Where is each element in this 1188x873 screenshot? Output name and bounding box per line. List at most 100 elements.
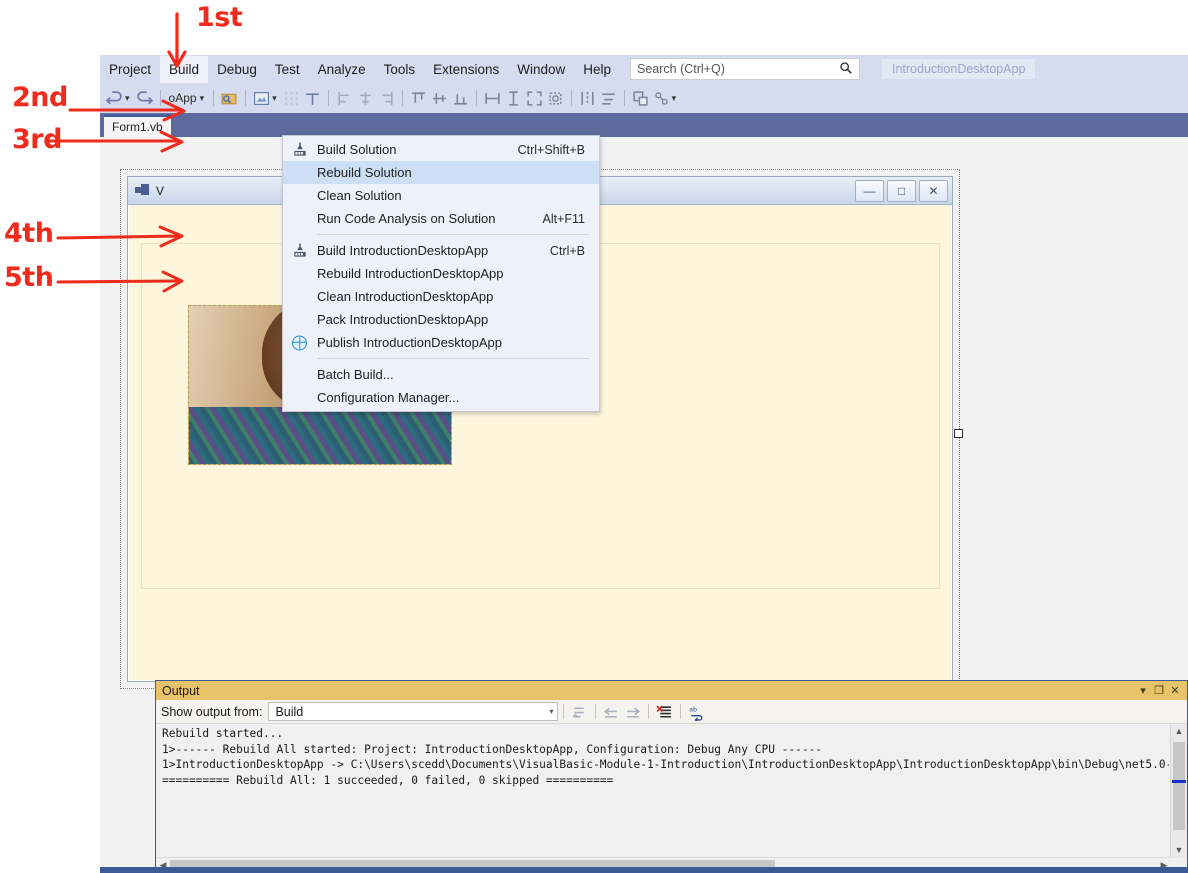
menu-item-gutter: [283, 363, 317, 386]
menu-tools[interactable]: Tools: [375, 56, 425, 83]
menu-item-rebuild-solution[interactable]: Rebuild Solution: [283, 161, 599, 184]
menu-item-rebuild-project[interactable]: Rebuild IntroductionDesktopApp: [283, 262, 599, 285]
minimize-button[interactable]: —: [855, 179, 884, 202]
menu-item-run-code-analysis-on-solution[interactable]: Run Code Analysis on Solution Alt+F11: [283, 207, 599, 230]
output-title-text: Output: [162, 683, 200, 698]
build-icon: [283, 239, 317, 262]
toolbar-overflow-icon[interactable]: ▾: [672, 93, 677, 104]
size-to-grid-icon[interactable]: [526, 90, 543, 107]
properties-dropdown-icon[interactable]: ▾: [272, 93, 277, 104]
svg-text:ab: ab: [690, 705, 698, 713]
output-source-select[interactable]: Build ▾: [268, 702, 559, 721]
output-maximize-icon[interactable]: ❐: [1151, 684, 1167, 697]
config-dropdown-icon[interactable]: ▾: [200, 93, 205, 104]
bring-to-front-icon[interactable]: [632, 90, 649, 107]
output-title-bar[interactable]: Output ▾ ❐ ✕: [156, 681, 1187, 700]
tab-order-icon[interactable]: [653, 90, 670, 107]
menu-item-pack-project[interactable]: Pack IntroductionDesktopApp: [283, 308, 599, 331]
toggle-word-wrap-icon[interactable]: ab: [688, 704, 705, 723]
menu-analyze[interactable]: Analyze: [309, 56, 375, 83]
menu-item-gutter: [283, 308, 317, 331]
menu-item-batch-build[interactable]: Batch Build...: [283, 363, 599, 386]
align-tops-icon[interactable]: [410, 90, 427, 107]
clear-all-icon[interactable]: [656, 704, 673, 720]
search-input[interactable]: Search (Ctrl+Q): [630, 58, 860, 80]
menu-item-clean-solution[interactable]: Clean Solution: [283, 184, 599, 207]
menu-item-build-project[interactable]: Build IntroductionDesktopApp Ctrl+B: [283, 239, 599, 262]
toolbar-separator: [595, 704, 597, 719]
annotation-4th: 4th: [4, 218, 54, 249]
menu-item-label: Build Solution: [317, 142, 397, 157]
visual-studio-window: Project Build Debug Test Analyze Tools E…: [100, 55, 1188, 873]
menu-item-clean-project[interactable]: Clean IntroductionDesktopApp: [283, 285, 599, 308]
zoom-region-icon[interactable]: [547, 90, 564, 107]
close-icon: ✕: [928, 183, 939, 198]
vscroll-position-marker: [1172, 780, 1186, 783]
vertical-spacing-icon[interactable]: [600, 90, 617, 107]
search-placeholder: Search (Ctrl+Q): [637, 62, 725, 76]
resize-handle-right[interactable]: [954, 429, 963, 438]
menu-separator: [317, 234, 589, 235]
menu-bar: Project Build Debug Test Analyze Tools E…: [100, 55, 1188, 83]
menu-project[interactable]: Project: [100, 56, 160, 83]
annotation-1st: 1st: [196, 2, 243, 33]
undo-icon[interactable]: [105, 90, 123, 107]
build-icon: [283, 138, 317, 161]
output-line-3: ========== Rebuild All: 1 succeeded, 0 f…: [162, 773, 614, 787]
solution-explorer-icon[interactable]: [221, 90, 238, 107]
menu-item-label: Run Code Analysis on Solution: [317, 211, 496, 226]
tab-form1-vb[interactable]: Form1.vb: [104, 115, 171, 137]
go-to-next-message-icon[interactable]: [624, 704, 641, 720]
menu-item-gutter: [283, 285, 317, 308]
menu-item-build-solution[interactable]: Build Solution Ctrl+Shift+B: [283, 138, 599, 161]
align-lefts-icon[interactable]: [336, 90, 353, 107]
annotation-3rd: 3rd: [12, 124, 62, 155]
toolbar-separator: [475, 90, 477, 106]
align-to-grid-icon[interactable]: [304, 90, 321, 107]
make-same-height-icon[interactable]: [505, 90, 522, 107]
menu-item-label: Clean IntroductionDesktopApp: [317, 289, 494, 304]
toolbar-separator: [159, 90, 161, 106]
form-window-buttons: — □ ✕: [855, 179, 948, 202]
close-button[interactable]: ✕: [919, 179, 948, 202]
align-bottoms-icon[interactable]: [452, 90, 469, 107]
make-same-width-icon[interactable]: [484, 90, 501, 107]
go-to-previous-message-icon[interactable]: [603, 704, 620, 720]
maximize-button[interactable]: □: [887, 179, 916, 202]
toolbar-separator: [563, 704, 565, 719]
menu-item-gutter: [283, 386, 317, 409]
menu-window[interactable]: Window: [508, 56, 574, 83]
menu-help[interactable]: Help: [574, 56, 620, 83]
scroll-up-icon[interactable]: ▲: [1171, 724, 1187, 739]
toolbox-grid-icon: [283, 90, 300, 107]
photo-shirt: [189, 407, 451, 464]
config-combo-text[interactable]: oApp: [169, 91, 197, 105]
redo-icon[interactable]: [136, 90, 153, 107]
scroll-down-icon[interactable]: ▼: [1171, 843, 1187, 858]
toolbar-separator: [401, 90, 403, 106]
align-centers-icon[interactable]: [357, 90, 374, 107]
vscroll-thumb[interactable]: [1173, 742, 1185, 830]
menu-extensions[interactable]: Extensions: [424, 56, 508, 83]
menu-item-gutter: [283, 207, 317, 230]
align-rights-icon[interactable]: [378, 90, 395, 107]
properties-window-icon[interactable]: [253, 90, 270, 107]
undo-dropdown-icon[interactable]: ▾: [125, 93, 130, 104]
menu-item-gutter: [283, 184, 317, 207]
document-tab-strip: Form1.vb: [100, 113, 1188, 137]
menu-item-publish-project[interactable]: Publish IntroductionDesktopApp: [283, 331, 599, 354]
menu-item-label: Build IntroductionDesktopApp: [317, 243, 489, 258]
menu-test[interactable]: Test: [266, 56, 309, 83]
menu-debug[interactable]: Debug: [208, 56, 266, 83]
output-dropdown-icon[interactable]: ▾: [1135, 684, 1151, 697]
menu-build[interactable]: Build: [160, 55, 209, 83]
output-vertical-scrollbar[interactable]: ▲ ▼: [1170, 724, 1187, 858]
align-middles-icon[interactable]: [431, 90, 448, 107]
toolbar-separator: [648, 704, 650, 719]
menu-item-label: Configuration Manager...: [317, 390, 460, 405]
output-text-area[interactable]: Rebuild started... 1>------ Rebuild All …: [156, 724, 1187, 872]
horizontal-spacing-icon[interactable]: [579, 90, 596, 107]
find-message-icon[interactable]: [571, 704, 588, 720]
menu-item-configuration-manager[interactable]: Configuration Manager...: [283, 386, 599, 409]
output-close-icon[interactable]: ✕: [1167, 684, 1183, 697]
